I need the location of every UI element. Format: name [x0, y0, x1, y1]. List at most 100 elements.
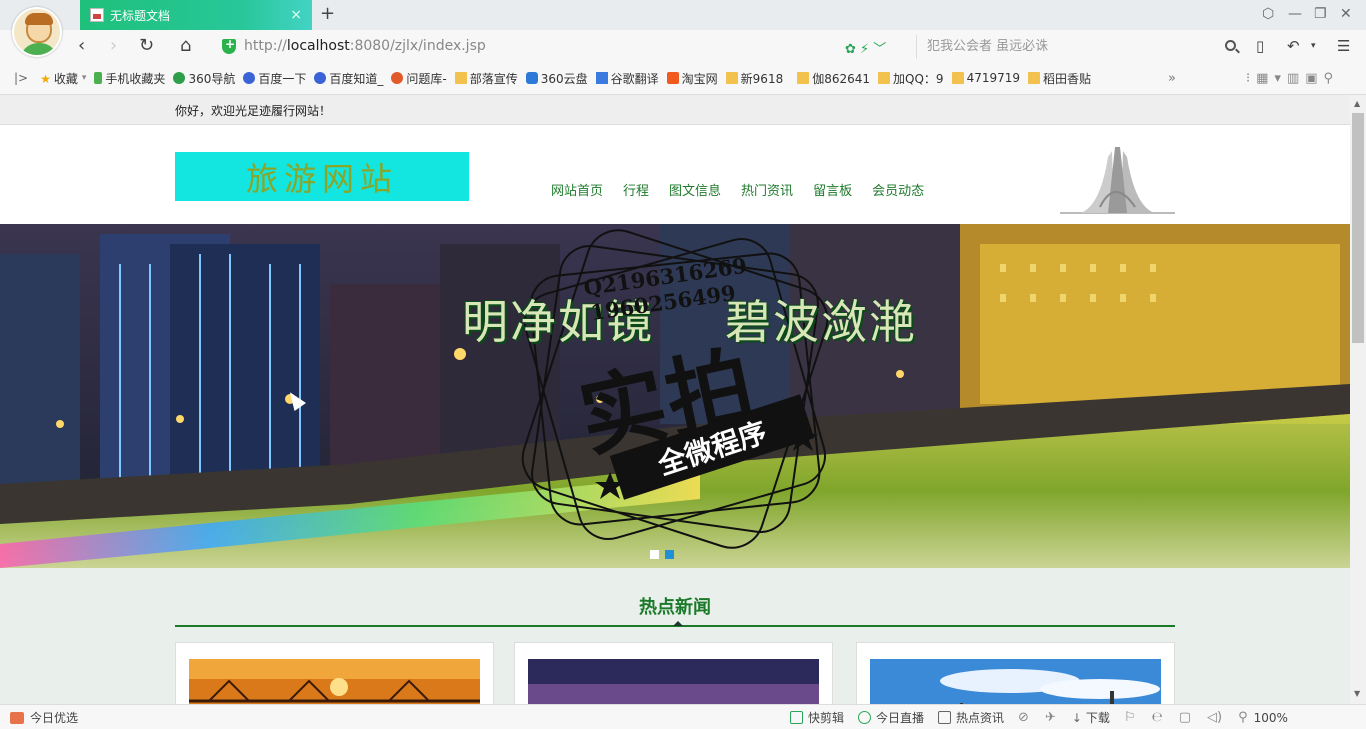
cloud-icon	[525, 72, 538, 84]
nav-hot-news[interactable]: 热门资讯	[741, 180, 793, 199]
gift-icon	[10, 711, 24, 724]
carousel-dot-1[interactable]	[650, 550, 659, 559]
close-window-button[interactable]: ✕	[1340, 6, 1352, 22]
section-title: 热点新闻	[639, 597, 711, 618]
news-card[interactable]	[175, 642, 494, 704]
news-card[interactable]	[856, 642, 1175, 704]
more-bookmarks-icon[interactable]: »	[1168, 71, 1176, 86]
folder-icon	[725, 72, 738, 84]
browser-tab[interactable]: 无标题文档 ×	[80, 0, 312, 30]
home-button[interactable]: ⌂	[180, 35, 191, 56]
url-field[interactable]: http://localhost:8080/zjlx/index.jsp	[222, 34, 912, 58]
ie-icon[interactable]: ℮	[1152, 710, 1163, 725]
tab-close-icon[interactable]: ×	[290, 7, 302, 23]
address-bar: ‹ › ↻ ⌂ http://localhost:8080/zjlx/index…	[0, 30, 1366, 62]
bookmark-item[interactable]: 伽862641	[797, 70, 870, 87]
undo-icon[interactable]: ↶	[1287, 37, 1300, 55]
translate-icon	[595, 72, 608, 84]
today-picks[interactable]: 今日优选	[10, 709, 78, 726]
zoom-level[interactable]: 100%	[1254, 711, 1288, 725]
bookmark-item[interactable]: 百度知道_	[314, 70, 383, 87]
new-tab-button[interactable]: +	[320, 3, 335, 24]
security-shield-icon	[222, 37, 236, 54]
bookmark-item[interactable]: 问题库-	[391, 70, 447, 87]
reload-button[interactable]: ↻	[139, 35, 154, 56]
monument-image	[1060, 147, 1175, 214]
bookmark-item[interactable]: 稻田香贴	[1028, 70, 1091, 87]
bookmark-item[interactable]: 部落宣传	[454, 70, 518, 87]
bookmark-item[interactable]: 加QQ：9	[878, 70, 944, 87]
reading-mode-icon[interactable]: ▯	[1256, 37, 1264, 55]
page-favicon-icon	[90, 8, 104, 22]
nav-member-news[interactable]: 会员动态	[872, 180, 924, 199]
volume-icon[interactable]: ◁)	[1207, 710, 1222, 725]
quick-edit-button[interactable]: 快剪辑	[790, 709, 844, 726]
scroll-down-icon[interactable]: ▼	[1354, 689, 1360, 698]
bookmark-item[interactable]: 4719719	[951, 71, 1020, 85]
flag-icon[interactable]: ⚐	[1124, 710, 1136, 725]
site-header: 旅游网站 网站首页 行程 图文信息 热门资讯 留言板 会员动态	[0, 125, 1350, 224]
skin-icon[interactable]: ⬡	[1262, 6, 1274, 22]
bookmark-item[interactable]: 淘宝网	[666, 70, 718, 87]
news-card[interactable]	[514, 642, 833, 704]
speedup-icon[interactable]: ⊘	[1018, 710, 1029, 725]
scrollbar-thumb[interactable]	[1352, 113, 1364, 343]
bookmark-item[interactable]: 360导航	[173, 70, 235, 87]
today-picks-label: 今日优选	[30, 711, 79, 725]
nav-photo-info[interactable]: 图文信息	[669, 180, 721, 199]
video-edit-icon	[790, 711, 803, 724]
bookmark-item[interactable]: ★ 收藏 ▾	[40, 70, 86, 87]
search-input[interactable]: 犯我公会者 虽远必诛	[916, 35, 1242, 59]
baidu-icon	[243, 72, 256, 84]
download-icon: ↓	[1071, 710, 1082, 725]
forward-button[interactable]: ›	[110, 35, 117, 56]
site-top-bar: 你好，欢迎光足迹履行网站！	[0, 95, 1350, 125]
download-button[interactable]: ↓ 下载	[1072, 709, 1110, 726]
bookmark-item[interactable]: 新9618	[725, 70, 783, 87]
bookmark-item[interactable]: 谷歌翻译	[595, 70, 659, 87]
url-path: :8080/zjlx/index.jsp	[349, 38, 486, 54]
folder-icon	[797, 72, 810, 84]
minimize-button[interactable]: —	[1288, 6, 1302, 22]
carousel-dots	[650, 550, 680, 559]
news-thumbnail-bridge-sunset	[189, 659, 480, 704]
user-avatar[interactable]	[12, 7, 62, 57]
nav-message-board[interactable]: 留言板	[813, 180, 852, 199]
news-thumbnail-blue-sky	[870, 659, 1161, 704]
extensions-icon[interactable]: ⁝▦▾▥▣⚲	[1246, 71, 1339, 86]
web-page: 你好，欢迎光足迹履行网站！ 旅游网站 网站首页 行程 图文信息 热门资讯 留言板…	[0, 95, 1350, 704]
folder-icon	[951, 72, 964, 84]
play-icon	[858, 711, 872, 724]
hot-news-button[interactable]: 热点资讯	[938, 709, 1004, 726]
welcome-text: 你好，欢迎光足迹履行网站！	[175, 104, 332, 118]
nav-home[interactable]: 网站首页	[551, 180, 603, 199]
pin-icon[interactable]: ✈	[1045, 710, 1056, 725]
carousel-dot-2[interactable]	[665, 550, 674, 559]
bookmark-item[interactable]: 百度一下	[243, 70, 306, 87]
hero-banner[interactable]: 明净如镜 碧波潋滟 Q2196316269 1960256499 实拍 全微程序	[0, 224, 1350, 568]
site-logo[interactable]: 旅游网站	[175, 152, 469, 201]
maximize-button[interactable]: ❐	[1314, 6, 1327, 22]
nav-itinerary[interactable]: 行程	[623, 180, 649, 199]
folder-icon	[878, 72, 891, 84]
bookmark-item[interactable]: 360云盘	[525, 70, 588, 87]
window-icon[interactable]: ▢	[1179, 710, 1191, 725]
main-nav: 网站首页 行程 图文信息 热门资讯 留言板 会员动态	[551, 180, 944, 199]
sidebar-toggle-icon[interactable]: |>	[14, 71, 28, 85]
tab-title: 无标题文档	[110, 8, 171, 23]
url-host: localhost	[286, 38, 350, 54]
back-button[interactable]: ‹	[78, 35, 85, 56]
folder-icon	[454, 72, 467, 84]
undo-dropdown-icon[interactable]: ▾	[1311, 41, 1316, 51]
folder-icon	[1028, 72, 1041, 84]
news-icon	[938, 711, 952, 724]
search-icon[interactable]	[1225, 40, 1236, 51]
scroll-up-icon[interactable]: ▲	[1354, 99, 1360, 108]
menu-icon[interactable]: ☰	[1337, 37, 1350, 55]
vertical-scrollbar[interactable]: ▲ ▼	[1350, 95, 1366, 704]
bookmark-item[interactable]: 手机收藏夹	[94, 70, 165, 87]
baidu-icon	[314, 72, 327, 84]
zoom-icon[interactable]: ⚲	[1238, 710, 1248, 725]
speed-mode-icon[interactable]: ✿ ⚡ ﹀	[845, 38, 886, 57]
live-today-button[interactable]: 今日直播	[858, 709, 924, 726]
